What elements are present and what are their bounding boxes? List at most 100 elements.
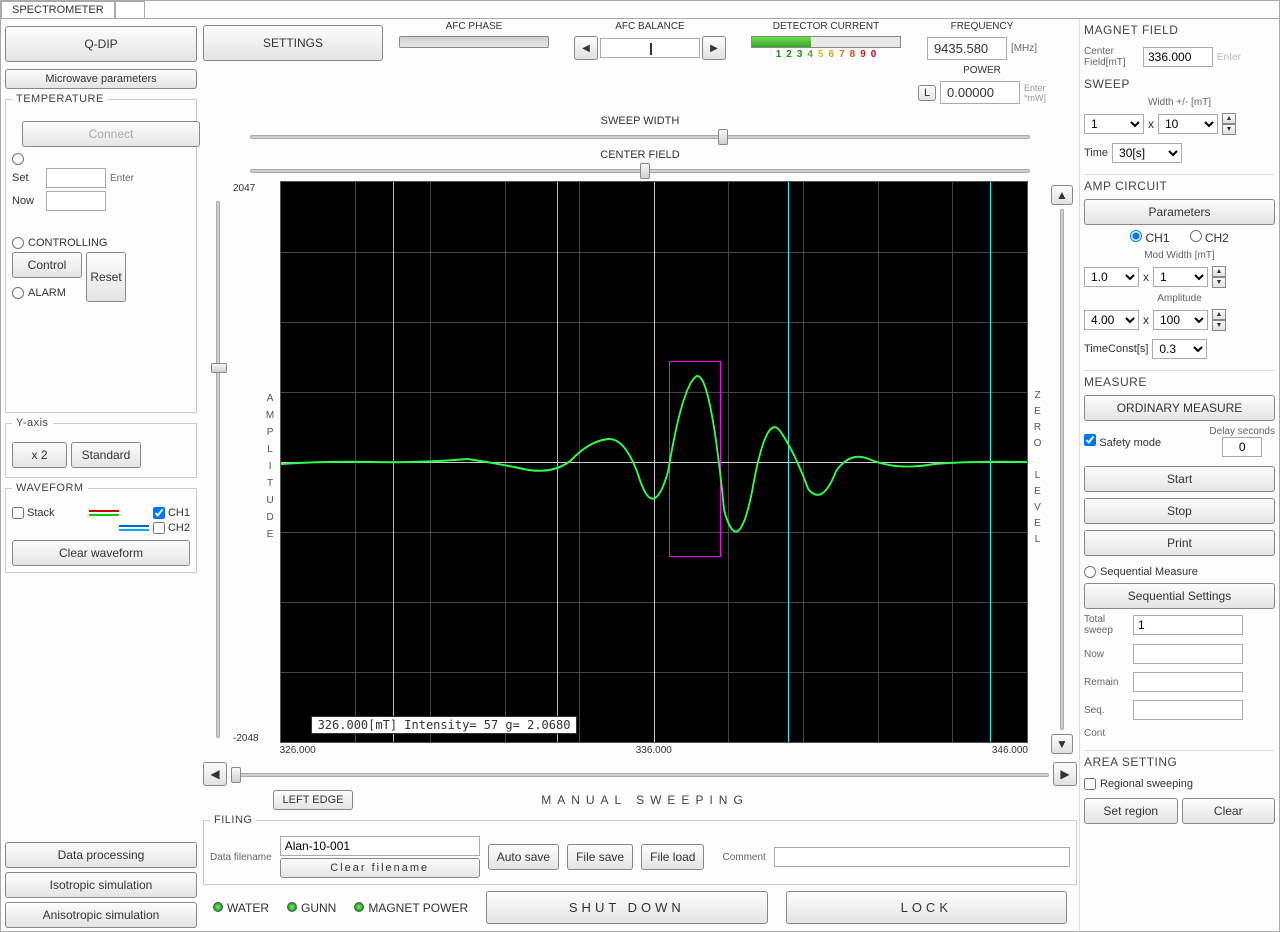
time-select[interactable]: 30[s] — [1112, 143, 1182, 163]
tab-spectrometer[interactable]: SPECTROMETER — [1, 1, 115, 18]
set-region-button[interactable]: Set region — [1084, 798, 1178, 824]
reset-button[interactable]: Reset — [86, 252, 126, 302]
tc-select[interactable]: 0.3 — [1152, 339, 1207, 359]
balance-left-button[interactable]: ◀ — [574, 36, 598, 60]
safety-checkbox[interactable] — [1084, 434, 1096, 446]
temp-enter: Enter — [110, 173, 134, 184]
amp-b-select[interactable]: 100 — [1153, 310, 1208, 330]
amp-ch1-label: CH1 — [1145, 231, 1169, 245]
qdip-button[interactable]: Q-DIP — [5, 26, 197, 62]
amp-ch2-radio[interactable] — [1190, 230, 1202, 242]
power-L-button[interactable]: L — [918, 85, 936, 101]
filename-input[interactable] — [280, 836, 480, 856]
width-up[interactable]: ▲ — [1222, 113, 1236, 124]
clear-region-button[interactable]: Clear — [1182, 798, 1276, 824]
balance-right-button[interactable]: ▶ — [702, 36, 726, 60]
temp-set-input[interactable] — [46, 168, 106, 188]
control-button[interactable]: Control — [12, 252, 82, 278]
seq-settings-button[interactable]: Sequential Settings — [1084, 583, 1275, 609]
anisotropic-sim-button[interactable]: Anisotropic simulation — [5, 902, 197, 928]
remain-input[interactable] — [1133, 672, 1243, 692]
manual-right-button[interactable]: ▶ — [1053, 762, 1077, 786]
safety-label: Safety mode — [1099, 437, 1161, 449]
yaxis-x2-button[interactable]: x 2 — [12, 442, 67, 468]
start-button[interactable]: Start — [1084, 466, 1275, 492]
amp-ch1-radio[interactable] — [1130, 230, 1142, 242]
alarm-radio[interactable] — [12, 287, 24, 299]
power-unit: *mW] — [1024, 93, 1046, 103]
amp-params-button[interactable]: Parameters — [1084, 199, 1275, 225]
amplitude-slider[interactable] — [203, 181, 233, 758]
seq-input[interactable] — [1133, 700, 1243, 720]
water-status: WATER — [213, 901, 269, 915]
total-sweep-label: Total sweep — [1084, 614, 1129, 636]
amp-down[interactable]: ▼ — [1212, 320, 1226, 331]
data-processing-button[interactable]: Data processing — [5, 842, 197, 868]
modw-a-select[interactable]: 1.0 — [1084, 267, 1139, 287]
settings-button[interactable]: SETTINGS — [203, 25, 383, 61]
manual-left-button[interactable]: ◀ — [203, 762, 227, 786]
ordinary-measure-button[interactable]: ORDINARY MEASURE — [1084, 395, 1275, 421]
zero-up-button[interactable]: ▲ — [1051, 185, 1073, 205]
remain-label: Remain — [1084, 677, 1129, 688]
ch2-label: CH2 — [168, 522, 190, 534]
modw-label: Mod Width [mT] — [1084, 250, 1275, 261]
left-edge-button[interactable]: LEFT EDGE — [273, 790, 353, 810]
gunn-status: GUNN — [287, 901, 336, 915]
yaxis-std-button[interactable]: Standard — [71, 442, 141, 468]
detector-bar — [751, 36, 901, 48]
stack-checkbox[interactable] — [12, 507, 24, 519]
controlling-radio[interactable] — [12, 237, 24, 249]
afc-phase-label: AFC PHASE — [446, 21, 503, 32]
afc-balance-label: AFC BALANCE — [615, 21, 684, 32]
frequency-label: FREQUENCY — [951, 21, 1014, 32]
autosave-button[interactable]: Auto save — [488, 844, 559, 870]
amp-a-select[interactable]: 4.00 — [1084, 310, 1139, 330]
filesave-button[interactable]: File save — [567, 844, 633, 870]
isotropic-sim-button[interactable]: Isotropic simulation — [5, 872, 197, 898]
regional-checkbox[interactable] — [1084, 778, 1096, 790]
sweep-width-slider[interactable] — [250, 127, 1030, 145]
modw-b-select[interactable]: 1 — [1153, 267, 1208, 287]
center-field-slider[interactable] — [250, 161, 1030, 179]
temp-now-input[interactable] — [46, 191, 106, 211]
clear-waveform-button[interactable]: Clear waveform — [12, 540, 190, 566]
zero-down-button[interactable]: ▼ — [1051, 734, 1073, 754]
balance-slider[interactable] — [600, 38, 700, 58]
yaxis-panel: Y-axis x 2 Standard — [5, 417, 197, 478]
epr-plot[interactable]: 326.000[mT] Intensity= 57 g= 2.0680 — [280, 181, 1028, 743]
modw-down[interactable]: ▼ — [1212, 277, 1226, 288]
zero-level-slider[interactable]: ▲ ▼ — [1047, 181, 1077, 758]
amp-up[interactable]: ▲ — [1212, 309, 1226, 320]
detector-scale: 1234567890 — [776, 49, 877, 60]
connect-button[interactable]: Connect — [22, 121, 200, 147]
clear-filename-button[interactable]: Clear filename — [280, 858, 480, 878]
lock-button[interactable]: LOCK — [786, 891, 1067, 924]
temp-radio-1[interactable] — [12, 153, 24, 165]
center-field-input[interactable] — [1143, 47, 1213, 67]
modw-up[interactable]: ▲ — [1212, 266, 1226, 277]
delay-input[interactable] — [1222, 437, 1262, 457]
seq-measure-radio[interactable] — [1084, 566, 1096, 578]
measure-now-input[interactable] — [1133, 644, 1243, 664]
led-icon — [354, 902, 364, 912]
comment-input[interactable] — [774, 847, 1070, 867]
tab-empty[interactable] — [115, 1, 145, 18]
width-down[interactable]: ▼ — [1222, 124, 1236, 135]
microwave-params-button[interactable]: Microwave parameters — [5, 69, 197, 89]
width-a-select[interactable]: 1 — [1084, 114, 1144, 134]
power-label: POWER — [963, 65, 1001, 76]
power-value: 0.00000 — [940, 81, 1020, 104]
width-b-select[interactable]: 10 — [1158, 114, 1218, 134]
manual-sweep-slider[interactable] — [231, 765, 1049, 783]
ch1-checkbox[interactable] — [153, 507, 165, 519]
print-button[interactable]: Print — [1084, 530, 1275, 556]
stack-label: Stack — [27, 507, 55, 519]
stop-button[interactable]: Stop — [1084, 498, 1275, 524]
shutdown-button[interactable]: SHUT DOWN — [486, 891, 767, 924]
total-sweep-input[interactable] — [1133, 615, 1243, 635]
ch2-checkbox[interactable] — [153, 522, 165, 534]
amp-ch2-label: CH2 — [1205, 231, 1229, 245]
fileload-button[interactable]: File load — [641, 844, 704, 870]
center-field-rlabel: Center Field[mT] — [1084, 46, 1139, 68]
